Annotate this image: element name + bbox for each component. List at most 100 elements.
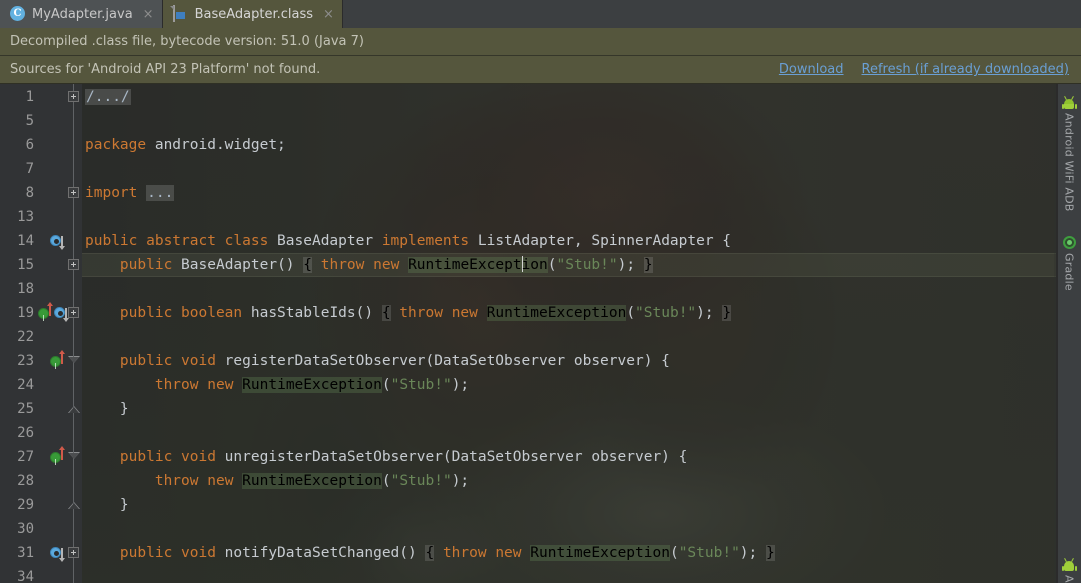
code-token: notifyDataSetChanged() xyxy=(215,545,426,561)
notification-actions: Download Refresh (if already downloaded) xyxy=(761,62,1071,77)
code-token: RuntimeException xyxy=(242,473,382,489)
code-line: throw new RuntimeException("Stub!"); xyxy=(82,373,1081,397)
code-editor[interactable]: 1567813141518192223242526272829303134 /.… xyxy=(0,84,1081,583)
close-icon[interactable]: × xyxy=(323,8,334,21)
tool-window-button-label: Android WiFi ADB xyxy=(1062,113,1076,212)
editor-tab-baseadapter-class[interactable]: BaseAdapter.class × xyxy=(162,0,343,28)
code-token: public xyxy=(119,257,173,273)
code-token: throw xyxy=(154,473,199,489)
fold-expand-icon[interactable] xyxy=(68,307,79,318)
code-token: } xyxy=(85,497,129,513)
code-token: ); xyxy=(739,545,766,561)
gutter-line-number: 30 xyxy=(17,521,34,537)
code-token: { xyxy=(303,257,312,273)
code-token: throw xyxy=(442,545,487,561)
tool-window-button-label: Android Model xyxy=(1063,575,1076,583)
gutter-line-number: 5 xyxy=(25,113,34,129)
code-line: } xyxy=(82,397,1081,421)
implemented-method-marker-icon[interactable] xyxy=(38,302,53,331)
tab-bar-filler xyxy=(342,0,1081,28)
gutter-marker-group xyxy=(38,541,72,565)
code-token: public void xyxy=(119,449,216,465)
fold-expand-icon[interactable] xyxy=(68,187,79,198)
fold-expand-icon[interactable] xyxy=(68,91,79,102)
code-token: { xyxy=(425,545,435,561)
overridden-method-marker-icon[interactable] xyxy=(50,546,65,562)
code-line: throw new RuntimeException("Stub!"); xyxy=(82,469,1081,493)
code-token: /.../ xyxy=(85,89,131,105)
implemented-method-marker-icon[interactable] xyxy=(50,446,65,475)
code-token: throw xyxy=(399,305,443,321)
code-token: } xyxy=(722,305,732,321)
overridden-method-marker-icon[interactable] xyxy=(54,306,69,322)
gutter-line-number: 13 xyxy=(17,209,34,225)
overridden-method-marker-icon[interactable] xyxy=(50,234,65,250)
fold-expand-icon[interactable] xyxy=(68,259,79,270)
code-token: { xyxy=(381,305,391,321)
gutter-line-number: 34 xyxy=(17,569,34,583)
code-token: new xyxy=(373,257,400,273)
code-token: RuntimeException xyxy=(408,256,548,273)
code-line: import ... xyxy=(82,181,1081,205)
editor-tab-myadapter-java[interactable]: C MyAdapter.java × xyxy=(0,0,163,28)
code-token: BaseAdapter xyxy=(268,233,382,249)
code-token: ListAdapter, SpinnerAdapter { xyxy=(469,233,732,249)
code-line: public boolean hasStableIds() { throw ne… xyxy=(82,301,1081,325)
code-token: "Stub!" xyxy=(678,545,740,561)
gutter-line-number: 6 xyxy=(25,137,34,153)
gutter-marker-group xyxy=(38,349,72,379)
code-line: public abstract class BaseAdapter implem… xyxy=(82,229,1081,253)
fold-collapse-end-icon[interactable] xyxy=(68,403,80,414)
tool-window-button-android-wifi-adb[interactable]: Android WiFi ADB xyxy=(1057,92,1081,212)
fold-collapse-start-icon[interactable] xyxy=(68,355,80,366)
code-line: public void registerDataSetObserver(Data… xyxy=(82,349,1081,373)
implemented-method-marker-icon[interactable] xyxy=(50,350,65,379)
decompiled-notification-text: Decompiled .class file, bytecode version… xyxy=(10,34,364,49)
code-token: ); xyxy=(451,473,470,489)
code-token: android.widget; xyxy=(146,137,286,153)
code-token: new xyxy=(495,545,522,561)
android-robot-icon xyxy=(1061,95,1077,109)
sources-notification-bar: Sources for 'Android API 23 Platform' no… xyxy=(0,56,1081,84)
tool-window-button-gradle[interactable]: Gradle xyxy=(1057,232,1081,291)
code-text-area[interactable]: /.../ package android.widget; import ... pu… xyxy=(82,84,1081,583)
code-token: ... xyxy=(146,185,175,201)
fold-expand-icon[interactable] xyxy=(68,547,79,558)
gutter-line-number: 14 xyxy=(17,233,34,249)
android-robot-icon xyxy=(1061,557,1077,571)
code-line: public void notifyDataSetChanged() { thr… xyxy=(82,541,1081,565)
gutter-line-number: 27 xyxy=(17,449,34,465)
code-token: ( xyxy=(669,545,679,561)
code-token: public abstract class xyxy=(85,233,269,249)
gutter-line-number: 31 xyxy=(17,545,34,561)
download-sources-link[interactable]: Download xyxy=(779,62,844,77)
right-tool-window-strip[interactable]: Android WiFi ADB Gradle Android Model xyxy=(1057,84,1081,583)
fold-collapse-end-icon[interactable] xyxy=(68,499,80,510)
tool-window-button-android-model[interactable]: Android Model xyxy=(1057,554,1081,583)
refresh-sources-link[interactable]: Refresh (if already downloaded) xyxy=(862,62,1069,77)
fold-collapse-start-icon[interactable] xyxy=(68,451,80,462)
code-token: throw xyxy=(320,257,365,273)
editor-gutter[interactable]: 1567813141518192223242526272829303134 xyxy=(0,84,82,583)
close-icon[interactable]: × xyxy=(143,8,154,21)
gutter-line-number: 23 xyxy=(17,353,34,369)
